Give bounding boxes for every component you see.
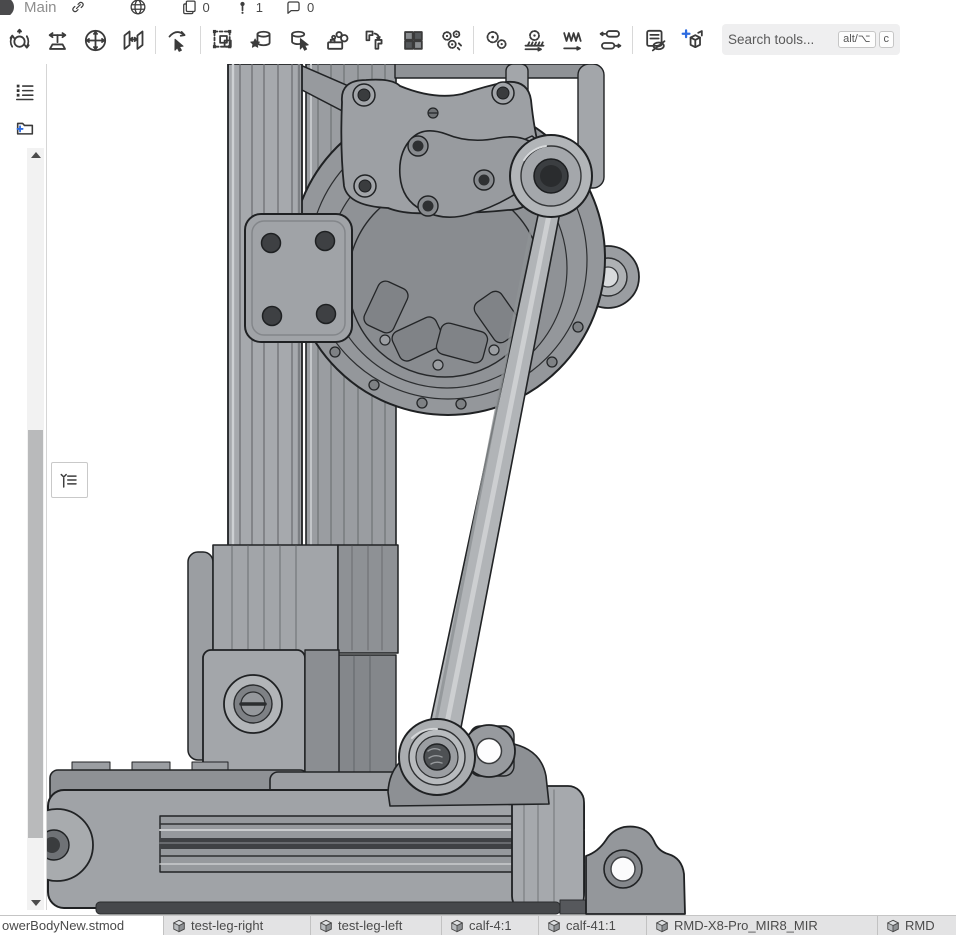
rack-pinion-relation-icon[interactable] bbox=[515, 22, 553, 58]
tab-label: calf-41:1 bbox=[566, 918, 616, 933]
instance-list-icon[interactable] bbox=[12, 80, 38, 104]
left-panel bbox=[0, 64, 47, 910]
knee-clevis-block bbox=[188, 545, 398, 798]
tab-calf-4-1[interactable]: calf-4:1 bbox=[442, 916, 539, 935]
parallel-planes-icon[interactable] bbox=[114, 22, 152, 58]
toolbar-separator bbox=[632, 26, 633, 54]
gear-relation-icon[interactable] bbox=[477, 22, 515, 58]
scrollbar-thumb[interactable] bbox=[28, 430, 43, 838]
part-cube-icon bbox=[450, 919, 464, 933]
scroll-up-arrow[interactable] bbox=[27, 148, 44, 162]
add-folder-icon[interactable] bbox=[12, 116, 38, 140]
assembly-workspace: Main 0 bbox=[0, 0, 956, 935]
drag-icon[interactable] bbox=[159, 22, 197, 58]
comments-icon[interactable] bbox=[283, 0, 305, 15]
toolbar-separator bbox=[473, 26, 474, 54]
pattern-icon[interactable] bbox=[394, 22, 432, 58]
scroll-down-arrow[interactable] bbox=[27, 896, 44, 910]
tab-label: owerBodyNew.stmod bbox=[2, 918, 124, 933]
document-bar: Main 0 bbox=[0, 0, 956, 15]
comments-count: 0 bbox=[307, 0, 314, 15]
foot-end-bracket bbox=[586, 827, 685, 914]
pins-count: 1 bbox=[256, 0, 263, 15]
assembly-toolbar: Search tools... alt/⌥ c bbox=[0, 16, 956, 64]
part-cube-icon bbox=[319, 919, 333, 933]
shortcut-key-badge: c bbox=[879, 31, 895, 48]
expand-instance-list-button[interactable] bbox=[51, 462, 88, 498]
shortcut-alt-badge: alt/⌥ bbox=[838, 31, 875, 48]
tab-calf-41-1[interactable]: calf-41:1 bbox=[539, 916, 647, 935]
tab-test-leg-left[interactable]: test-leg-left bbox=[311, 916, 442, 935]
tab-label: test-leg-left bbox=[338, 918, 402, 933]
globe-icon[interactable] bbox=[127, 0, 149, 15]
part-cube-icon bbox=[547, 919, 561, 933]
expand-instance-list-icon bbox=[59, 470, 80, 491]
crank-rod-end bbox=[510, 135, 592, 217]
turntable-rotate-icon[interactable] bbox=[38, 22, 76, 58]
pan-move-icon[interactable] bbox=[76, 22, 114, 58]
explode-parts-icon[interactable] bbox=[432, 22, 470, 58]
part-cube-icon bbox=[172, 919, 186, 933]
tab-lowerbodynew[interactable]: owerBodyNew.stmod bbox=[0, 916, 164, 935]
search-tools-box[interactable]: Search tools... alt/⌥ c bbox=[722, 24, 900, 55]
toolbar-separator bbox=[200, 26, 201, 54]
tab-label: test-leg-right bbox=[191, 918, 263, 933]
foot-extrusion bbox=[47, 772, 670, 914]
tab-rmd-cut[interactable]: RMD bbox=[878, 916, 948, 935]
hidden-instances-icon[interactable] bbox=[636, 22, 674, 58]
tab-label: calf-4:1 bbox=[469, 918, 512, 933]
part-cube-icon bbox=[886, 919, 900, 933]
robot-leg-model bbox=[47, 64, 956, 916]
top-frame-bar bbox=[395, 64, 585, 78]
orbit-icon[interactable] bbox=[0, 22, 38, 58]
tab-test-leg-right[interactable]: test-leg-right bbox=[164, 916, 311, 935]
insert-part-icon[interactable] bbox=[242, 22, 280, 58]
workspace-name: Main bbox=[24, 0, 57, 15]
ankle-joint bbox=[388, 719, 549, 806]
link-icon[interactable] bbox=[67, 0, 89, 15]
rail-mount-pad bbox=[245, 214, 352, 342]
linear-relation-icon[interactable] bbox=[591, 22, 629, 58]
left-panel-scrollbar[interactable] bbox=[27, 148, 44, 910]
tab-rmd-x8-pro[interactable]: RMD-X8-Pro_MIR8_MIR bbox=[647, 916, 878, 935]
tab-label: RMD bbox=[905, 918, 935, 933]
tab-bar: owerBodyNew.stmod test-leg-right test-le… bbox=[0, 915, 956, 935]
select-box-icon[interactable] bbox=[204, 22, 242, 58]
insert-new-tab-icon[interactable] bbox=[674, 22, 712, 58]
part-cube-icon bbox=[655, 919, 669, 933]
avatar[interactable] bbox=[0, 0, 14, 15]
screw-relation-icon[interactable] bbox=[553, 22, 591, 58]
copies-icon[interactable] bbox=[179, 0, 201, 15]
pin-icon[interactable] bbox=[232, 0, 254, 15]
replicate-icon[interactable] bbox=[356, 22, 394, 58]
copies-count: 0 bbox=[203, 0, 210, 15]
toolbar-separator bbox=[155, 26, 156, 54]
tab-label: RMD-X8-Pro_MIR8_MIR bbox=[674, 918, 818, 933]
3d-viewport[interactable] bbox=[47, 64, 956, 916]
search-input[interactable]: Search tools... bbox=[728, 32, 835, 47]
appearance-icon[interactable] bbox=[318, 22, 356, 58]
edit-in-context-icon[interactable] bbox=[280, 22, 318, 58]
